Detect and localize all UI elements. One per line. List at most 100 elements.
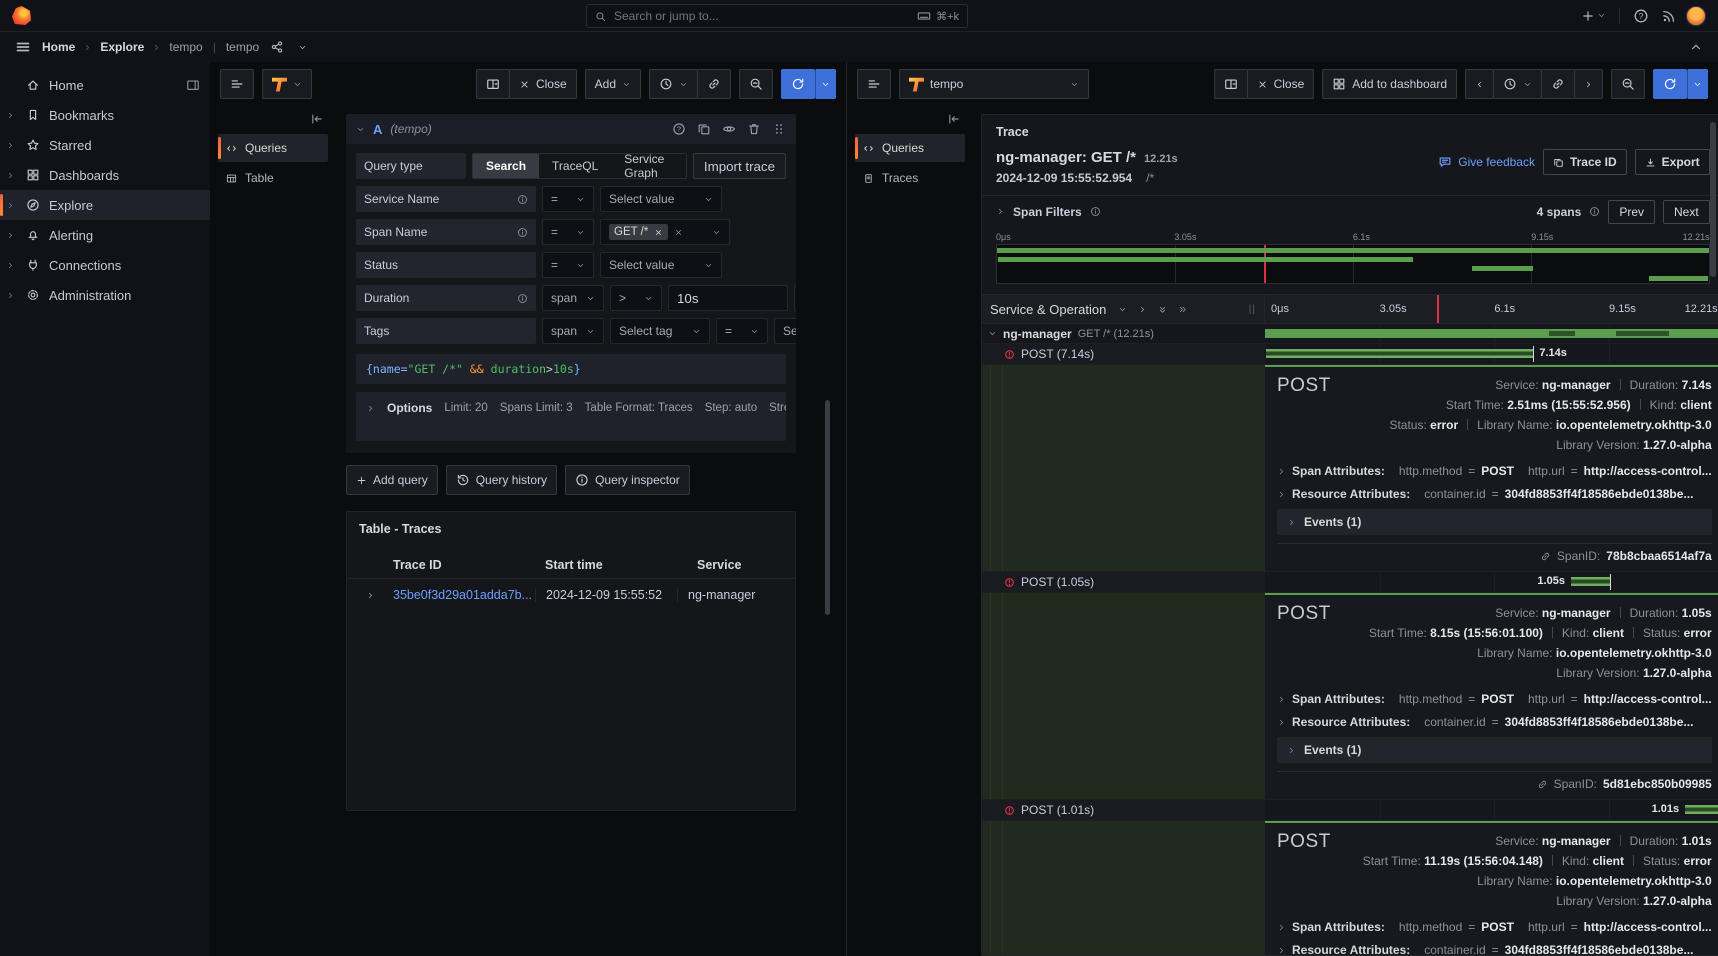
close-pane-button[interactable]: Close — [509, 69, 577, 99]
sidebar-item-administration[interactable]: Administration — [0, 280, 210, 310]
rail-item-queries[interactable]: Queries — [218, 134, 328, 162]
span-attributes-row[interactable]: Span Attributes: http.method=POST http.u… — [1277, 920, 1712, 934]
sidebar-item-connections[interactable]: Connections — [0, 250, 210, 280]
datasource-picker[interactable] — [262, 69, 312, 99]
events-row[interactable]: Events (1) — [1277, 737, 1712, 763]
tags-key-select[interactable]: Select tag — [610, 318, 710, 344]
help-button[interactable] — [1630, 5, 1652, 27]
import-trace-button[interactable]: Import trace — [693, 153, 786, 179]
breadcrumb-actions-button[interactable] — [295, 40, 310, 55]
span-name-chip[interactable]: GET /* — [609, 224, 668, 240]
remove-query-icon[interactable] — [747, 122, 761, 136]
status-value-select[interactable]: Select value — [600, 252, 722, 278]
chevron-right-icon[interactable] — [6, 201, 15, 210]
sidebar-item-starred[interactable]: Starred — [0, 130, 210, 160]
time-picker-button[interactable] — [649, 69, 698, 99]
next-span-button[interactable]: Next — [1663, 200, 1710, 224]
span-row-post-2[interactable]: POST (1.05s) 1.05s — [982, 572, 1718, 593]
table-row[interactable]: 35be0f3d29a01adda7b... 2024-12-09 15:55:… — [347, 578, 795, 611]
time-shift-back-button[interactable] — [1465, 69, 1494, 99]
resource-attributes-row[interactable]: Resource Attributes: container.id=304fd8… — [1277, 487, 1712, 501]
status-operator-select[interactable]: = — [542, 252, 594, 278]
news-button[interactable] — [1658, 5, 1680, 27]
breadcrumb-page[interactable]: tempo — [169, 40, 202, 54]
run-query-interval-button[interactable] — [1687, 69, 1708, 99]
expand-one-icon[interactable] — [1138, 305, 1147, 314]
breadcrumb-explore[interactable]: Explore — [100, 40, 144, 54]
content-outline-button[interactable] — [220, 69, 254, 99]
give-feedback-link[interactable]: Give feedback — [1438, 155, 1535, 169]
span-attributes-row[interactable]: Span Attributes: http.method=POST http.u… — [1277, 464, 1712, 478]
sidebar-item-explore[interactable]: Explore — [0, 190, 210, 220]
time-shift-forward-button[interactable] — [1574, 69, 1603, 99]
duration-operator-select[interactable]: > — [610, 285, 662, 311]
run-query-interval-button[interactable] — [815, 69, 836, 99]
span-attributes-row[interactable]: Span Attributes: http.method=POST http.u… — [1277, 692, 1712, 706]
rail-item-table[interactable]: Table — [218, 164, 328, 192]
span-bar[interactable] — [1571, 577, 1610, 586]
tags-scope-select[interactable]: span — [542, 318, 604, 344]
collapse-one-icon[interactable] — [1118, 305, 1127, 314]
duration-max-operator[interactable]: < — [794, 285, 796, 311]
trace-id-link[interactable]: 35be0f3d29a01adda7b... — [393, 588, 545, 602]
prev-span-button[interactable]: Prev — [1608, 200, 1655, 224]
tab-traceql[interactable]: TraceQL — [539, 154, 611, 178]
datasource-picker[interactable]: tempo — [899, 69, 1089, 99]
column-trace-id[interactable]: Trace ID — [393, 558, 545, 572]
trace-id-button[interactable]: Trace ID — [1543, 149, 1627, 175]
search-box[interactable]: ⌘+k — [586, 4, 968, 28]
duplicate-query-icon[interactable] — [697, 122, 711, 136]
span-bar[interactable] — [1266, 349, 1533, 358]
sidebar-item-bookmarks[interactable]: Bookmarks — [0, 100, 210, 130]
span-name-operator-select[interactable]: = — [542, 219, 594, 245]
remove-chip-icon[interactable] — [654, 228, 663, 237]
span-name-value-select[interactable]: GET /* — [600, 219, 730, 245]
run-query-button[interactable] — [1653, 69, 1687, 99]
tags-value-select[interactable]: Select va — [774, 318, 796, 344]
open-in-split-button[interactable] — [1214, 69, 1248, 99]
expand-all-icon[interactable] — [1178, 305, 1187, 314]
span-row-root[interactable]: ng-manager GET /* (12.21s) — [982, 324, 1718, 344]
resource-attributes-row[interactable]: Resource Attributes: container.id=304fd8… — [1277, 715, 1712, 729]
share-shortened-link-button[interactable] — [267, 37, 287, 57]
chevron-down-icon[interactable] — [356, 125, 365, 134]
rail-item-queries[interactable]: Queries — [855, 134, 965, 162]
minimap-canvas[interactable] — [996, 244, 1710, 284]
column-resizer[interactable]: || — [1249, 304, 1256, 315]
left-pane-scrollbar[interactable] — [825, 400, 830, 615]
query-options-row[interactable]: Options Limit: 20 Spans Limit: 3 Table F… — [356, 392, 786, 441]
add-button[interactable]: Add — [585, 69, 641, 99]
content-outline-button[interactable] — [857, 69, 891, 99]
span-row-post-1[interactable]: POST (7.14s) 7.14s — [982, 344, 1718, 365]
breadcrumb-home[interactable]: Home — [42, 40, 75, 54]
open-in-split-button[interactable] — [476, 69, 510, 99]
rail-item-traces[interactable]: Traces — [855, 164, 965, 192]
right-pane-scrollbar[interactable] — [1710, 122, 1716, 277]
sidebar-item-dashboards[interactable]: Dashboards — [0, 160, 210, 190]
collapse-toolbar-button[interactable] — [1686, 37, 1706, 57]
chevron-right-icon[interactable] — [6, 291, 15, 300]
duration-value-input[interactable] — [668, 285, 788, 311]
query-history-button[interactable]: Query history — [446, 465, 557, 495]
duration-scope-select[interactable]: span — [542, 285, 604, 311]
tab-search[interactable]: Search — [473, 154, 539, 178]
add-query-button[interactable]: Add query — [346, 465, 438, 495]
service-name-operator-select[interactable]: = — [542, 186, 594, 212]
chevron-down-icon[interactable] — [988, 329, 997, 338]
mega-menu-button[interactable] — [12, 36, 34, 58]
chevron-right-icon[interactable] — [6, 111, 15, 120]
collapse-rail-icon[interactable] — [947, 112, 961, 126]
query-inspector-button[interactable]: Query inspector — [565, 465, 690, 495]
link-icon[interactable] — [1537, 779, 1548, 790]
span-filters-label[interactable]: Span Filters — [1013, 205, 1082, 219]
sidebar-item-home[interactable]: Home — [0, 70, 210, 100]
sidebar-item-alerting[interactable]: Alerting — [0, 220, 210, 250]
events-row[interactable]: Events (1) — [1277, 509, 1712, 535]
link-icon[interactable] — [1540, 551, 1551, 562]
clear-icon[interactable] — [674, 228, 683, 237]
chevron-right-icon[interactable] — [6, 261, 15, 270]
chevron-right-icon[interactable] — [6, 171, 15, 180]
chevron-right-icon[interactable] — [6, 231, 15, 240]
span-bar[interactable] — [1685, 805, 1718, 814]
trace-minimap[interactable]: 0μs 3.05s 6.1s 9.15s 12.21s — [982, 227, 1718, 294]
